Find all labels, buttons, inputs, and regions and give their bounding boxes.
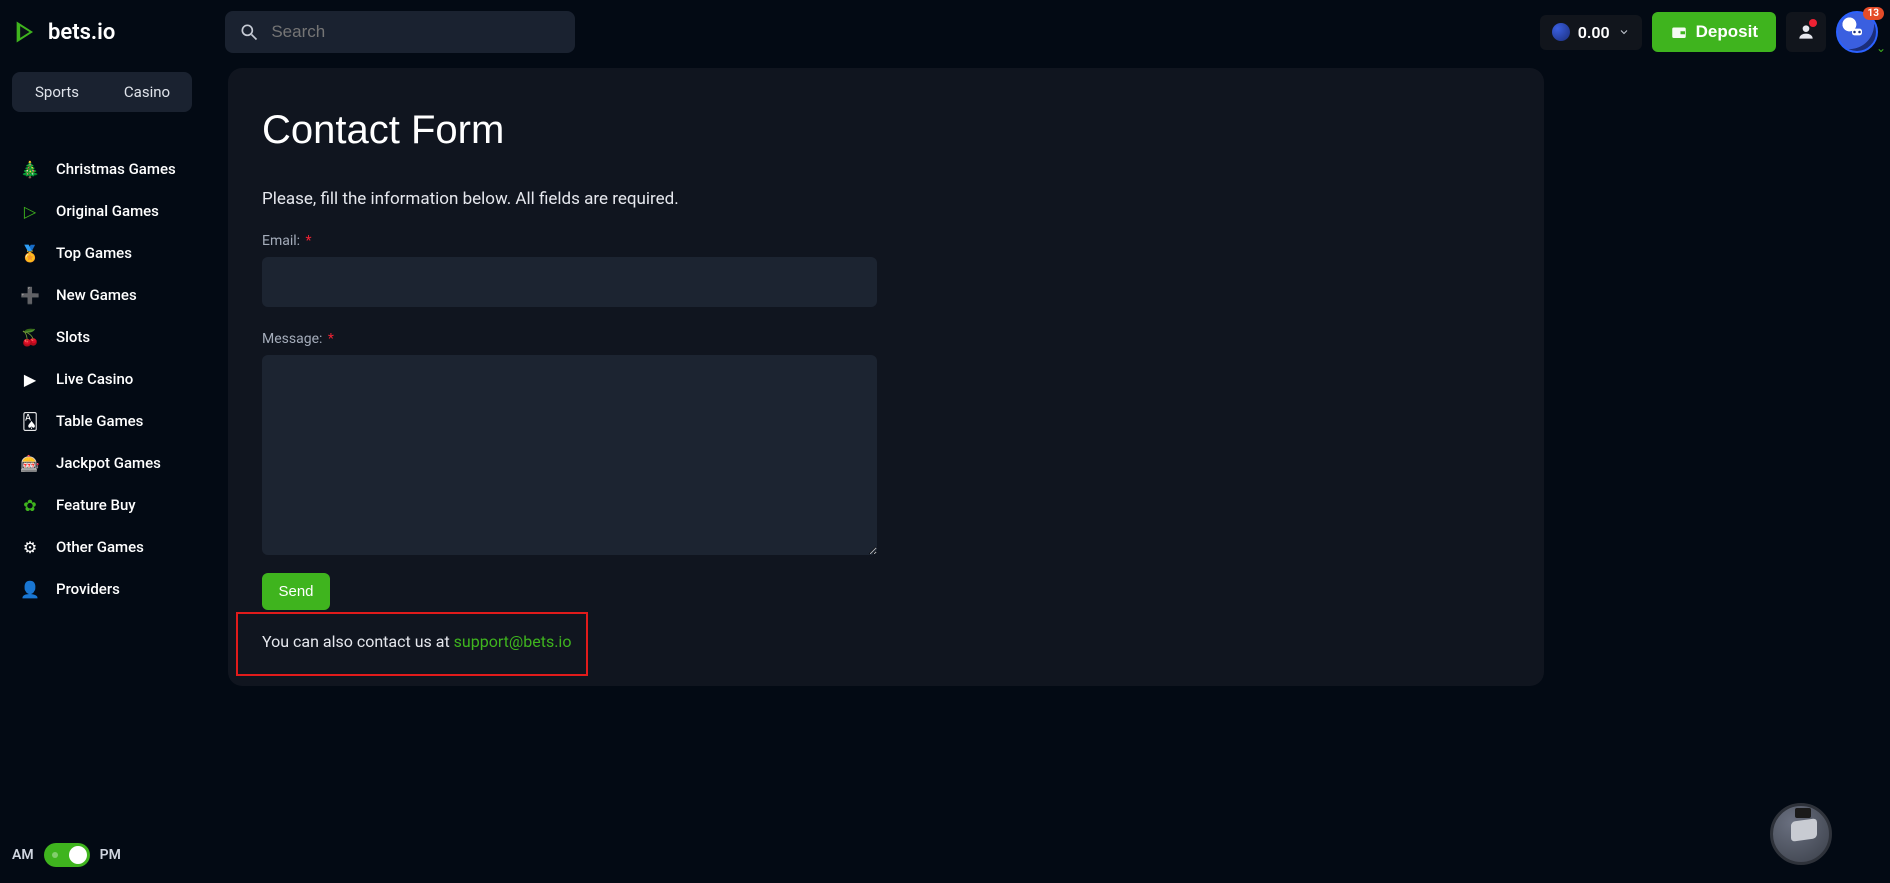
main-panel: Contact Form Please, fill the informatio…	[228, 68, 1544, 686]
email-label: Email: *	[262, 233, 1510, 249]
sidebar-item-feature-buy[interactable]: ✿ Feature Buy	[12, 484, 197, 526]
sidebar-item-label: Live Casino	[56, 370, 133, 388]
flower-icon: ✿	[20, 495, 40, 515]
wallet-icon	[1670, 23, 1688, 41]
sidebar-item-other-games[interactable]: ⚙ Other Games	[12, 526, 197, 568]
deposit-label: Deposit	[1696, 22, 1758, 42]
tab-sports[interactable]: Sports	[12, 72, 102, 112]
chevron-down-icon	[1618, 26, 1630, 38]
play-icon: ▷	[20, 201, 40, 221]
sidebar-item-slots[interactable]: 🍒 Slots	[12, 316, 197, 358]
support-email-link[interactable]: support@bets.io	[454, 632, 572, 651]
sidebar-item-label: New Games	[56, 286, 137, 304]
sidebar-item-label: Feature Buy	[56, 496, 136, 514]
slot-icon: 🎰	[20, 453, 40, 473]
am-pm-toggle: AM PM	[12, 843, 121, 867]
sidebar-item-label: Other Games	[56, 538, 144, 556]
sidebar-item-jackpot-games[interactable]: 🎰 Jackpot Games	[12, 442, 197, 484]
cherry-icon: 🍒	[20, 327, 40, 347]
robot-icon	[1847, 22, 1867, 42]
sidebar-item-christmas-games[interactable]: 🎄 Christmas Games	[12, 148, 197, 190]
profile-menu[interactable]: 13 ⌄	[1836, 11, 1878, 53]
plus-icon: ➕	[20, 285, 40, 305]
sidebar-item-top-games[interactable]: 🏅 Top Games	[12, 232, 197, 274]
header: bets.io 0.00 Deposit 13 ⌄	[12, 8, 1878, 56]
header-right: 0.00 Deposit 13 ⌄	[1540, 11, 1878, 53]
tab-casino[interactable]: Casino	[102, 72, 192, 112]
gear-icon: ⚙	[20, 537, 40, 557]
message-field[interactable]	[262, 355, 877, 555]
notifications-button[interactable]	[1786, 12, 1826, 52]
video-icon: ▶	[20, 369, 40, 389]
sidebar-item-label: Top Games	[56, 244, 132, 262]
chevron-down-icon: ⌄	[1876, 41, 1886, 55]
send-button[interactable]: Send	[262, 573, 330, 610]
sidebar-item-label: Table Games	[56, 412, 143, 430]
contact-info: You can also contact us at support@bets.…	[262, 632, 1510, 651]
email-field[interactable]	[262, 257, 877, 307]
sidebar-item-table-games[interactable]: 🂡 Table Games	[12, 400, 197, 442]
currency-icon	[1552, 23, 1570, 41]
sidebar-item-label: Christmas Games	[56, 160, 176, 178]
search-input[interactable]	[271, 22, 561, 42]
search-box[interactable]	[225, 11, 575, 53]
notification-dot-icon	[1809, 19, 1817, 27]
card-icon: 🂡	[20, 411, 40, 431]
required-star: *	[328, 331, 334, 347]
sidebar-item-providers[interactable]: 👤 Providers	[12, 568, 197, 610]
logo-icon	[12, 18, 40, 46]
sidebar-item-new-games[interactable]: ➕ New Games	[12, 274, 197, 316]
nav-tabs: Sports Casino	[12, 72, 192, 112]
sidebar-item-label: Original Games	[56, 202, 159, 220]
chat-widget[interactable]	[1770, 803, 1832, 865]
required-star: *	[306, 233, 312, 249]
sidebar-item-label: Jackpot Games	[56, 454, 161, 472]
logo[interactable]: bets.io	[12, 18, 115, 46]
sidebar-item-live-casino[interactable]: ▶ Live Casino	[12, 358, 197, 400]
message-label-text: Message:	[262, 331, 322, 347]
sidebar-item-original-games[interactable]: ▷ Original Games	[12, 190, 197, 232]
page-subtitle: Please, fill the information below. All …	[262, 189, 1510, 209]
pm-label: PM	[100, 847, 121, 863]
am-label: AM	[12, 847, 34, 863]
sidebar[interactable]: 🎄 Christmas Games ▷ Original Games 🏅 Top Ga…	[12, 148, 197, 678]
person-icon: 👤	[20, 579, 40, 599]
brand-text: bets.io	[48, 20, 115, 45]
email-label-text: Email:	[262, 233, 300, 249]
message-label: Message: *	[262, 331, 1510, 347]
tree-icon: 🎄	[20, 159, 40, 179]
sidebar-item-label: Providers	[56, 580, 120, 598]
balance-selector[interactable]: 0.00	[1540, 15, 1642, 50]
search-icon	[239, 22, 259, 42]
contact-prefix: You can also contact us at	[262, 632, 454, 651]
deposit-button[interactable]: Deposit	[1652, 12, 1776, 52]
avatar-badge: 13	[1863, 7, 1884, 20]
sidebar-item-label: Slots	[56, 328, 90, 346]
time-toggle[interactable]	[44, 843, 90, 867]
balance-amount: 0.00	[1578, 23, 1610, 42]
medal-icon: 🏅	[20, 243, 40, 263]
page-title: Contact Form	[262, 108, 1510, 153]
